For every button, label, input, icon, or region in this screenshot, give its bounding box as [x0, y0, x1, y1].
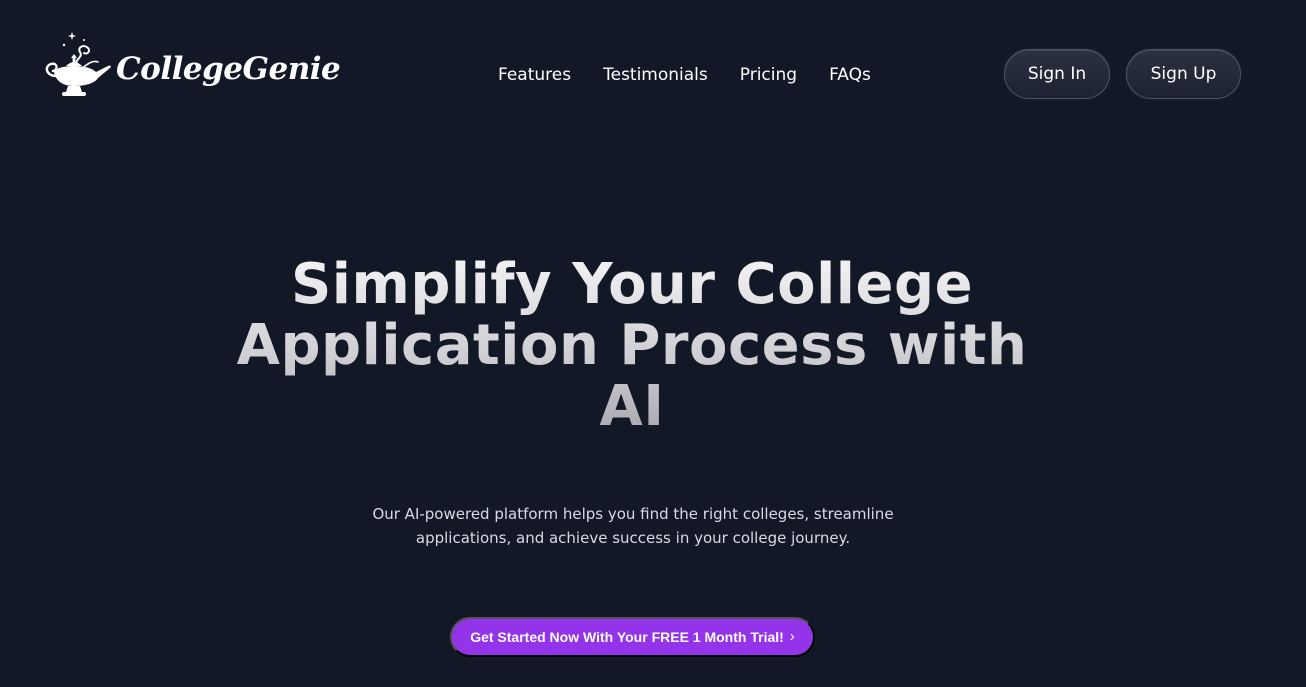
nav-item-testimonials[interactable]: Testimonials — [603, 63, 708, 87]
main-nav: Features Testimonials Pricing FAQs — [498, 63, 871, 87]
brand-name: CollegeGenie — [116, 51, 341, 87]
logo[interactable]: CollegeGenie — [38, 26, 348, 106]
magic-lamp-icon — [45, 32, 111, 96]
nav-item-faqs[interactable]: FAQs — [829, 63, 871, 87]
cta-label: Get Started Now With Your FREE 1 Month T… — [470, 629, 784, 645]
nav-item-pricing[interactable]: Pricing — [740, 63, 797, 87]
hero-subtitle: Our AI-powered platform helps you find t… — [372, 505, 894, 547]
hero-title: Simplify Your College Application Proces… — [232, 254, 1032, 437]
nav-item-features[interactable]: Features — [498, 63, 571, 87]
get-started-button[interactable]: Get Started Now With Your FREE 1 Month T… — [450, 617, 815, 657]
sign-in-button[interactable]: Sign In — [1004, 49, 1110, 99]
chevron-right-icon: › — [789, 627, 795, 645]
sign-up-button[interactable]: Sign Up — [1126, 49, 1241, 99]
